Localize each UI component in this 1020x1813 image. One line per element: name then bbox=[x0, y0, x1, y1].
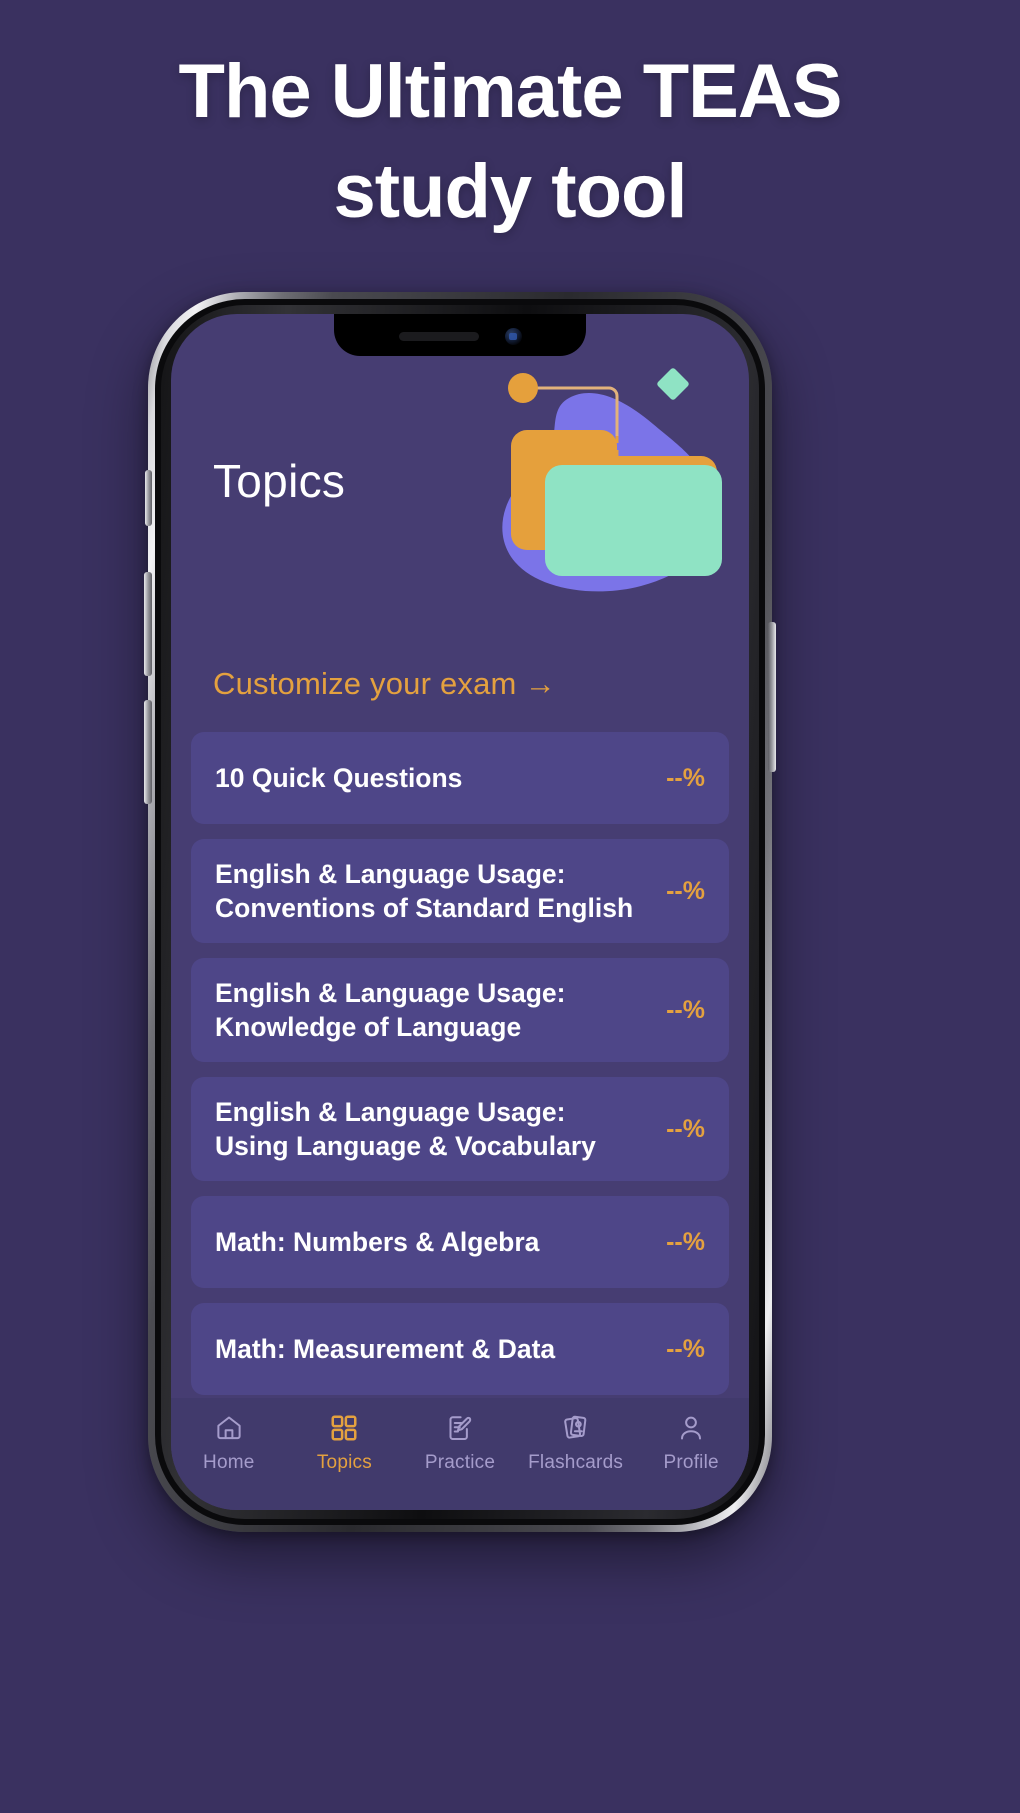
home-icon bbox=[214, 1411, 244, 1445]
customize-exam-label: Customize your exam bbox=[213, 666, 517, 701]
front-camera-icon bbox=[504, 327, 522, 345]
phone-screen: Topics Customize your exam → 10 Quick Que… bbox=[171, 314, 749, 1510]
tab-home-label: Home bbox=[203, 1452, 255, 1473]
bottom-tab-bar: Home Topics Practice Flashcards Profile bbox=[171, 1398, 749, 1510]
topic-card[interactable]: English & Language Usage: Knowledge of L… bbox=[191, 958, 729, 1062]
topic-title-line2: Conventions of Standard English bbox=[215, 893, 634, 923]
tab-home[interactable]: Home bbox=[171, 1411, 287, 1474]
folders-illustration bbox=[483, 362, 731, 592]
notch bbox=[334, 314, 586, 356]
topic-title: Math: Numbers & Algebra bbox=[215, 1225, 656, 1259]
tab-topics[interactable]: Topics bbox=[287, 1411, 403, 1474]
topic-title: English & Language Usage: Conventions of… bbox=[215, 857, 656, 926]
folder-teal bbox=[545, 465, 722, 576]
tab-profile-label: Profile bbox=[663, 1452, 719, 1473]
topic-percent: --% bbox=[666, 1334, 705, 1363]
topic-card[interactable]: Math: Measurement & Data --% bbox=[191, 1303, 729, 1395]
speaker-grille-icon bbox=[398, 331, 479, 341]
phone-mockup: Topics Customize your exam → 10 Quick Que… bbox=[144, 292, 776, 1532]
page-title: Topics bbox=[213, 455, 346, 507]
topic-percent: --% bbox=[666, 1114, 705, 1143]
app-screen: Topics Customize your exam → 10 Quick Que… bbox=[171, 314, 749, 1510]
topic-title-line1: English & Language Usage: bbox=[215, 858, 566, 889]
topic-title: Math: Measurement & Data bbox=[215, 1332, 656, 1366]
topic-card[interactable]: Math: Numbers & Algebra --% bbox=[191, 1196, 729, 1288]
volume-down-button[interactable] bbox=[144, 700, 152, 804]
topic-percent: --% bbox=[666, 1227, 705, 1256]
headline-line-1: The Ultimate TEAS bbox=[178, 49, 843, 134]
customize-exam-link[interactable]: Customize your exam → bbox=[171, 614, 749, 732]
topic-title: English & Language Usage: Using Language… bbox=[215, 1095, 656, 1164]
dot-orange bbox=[508, 373, 538, 403]
topic-percent: --% bbox=[666, 876, 705, 905]
headline-line-2: study tool bbox=[333, 149, 687, 235]
person-icon bbox=[676, 1411, 706, 1445]
diamond-teal bbox=[657, 368, 689, 400]
tab-profile[interactable]: Profile bbox=[633, 1411, 749, 1474]
topic-title-line1: English & Language Usage: bbox=[215, 977, 566, 1008]
cards-icon bbox=[561, 1411, 591, 1445]
tab-practice[interactable]: Practice bbox=[402, 1411, 518, 1474]
volume-up-button[interactable] bbox=[144, 572, 152, 676]
topic-title-line1: 10 Quick Questions bbox=[215, 762, 463, 793]
topic-title: English & Language Usage: Knowledge of L… bbox=[215, 976, 656, 1045]
topic-percent: --% bbox=[666, 995, 705, 1024]
grid-icon bbox=[329, 1411, 359, 1445]
topic-title-line1: Math: Measurement & Data bbox=[215, 1333, 556, 1364]
topic-card[interactable]: 10 Quick Questions --% bbox=[191, 732, 729, 824]
tab-flashcards[interactable]: Flashcards bbox=[518, 1411, 634, 1474]
topic-title-line1: Math: Numbers & Algebra bbox=[215, 1226, 540, 1257]
app-header: Topics bbox=[171, 314, 749, 614]
tab-practice-label: Practice bbox=[424, 1452, 496, 1473]
topic-title-line1: English & Language Usage: bbox=[215, 1096, 566, 1127]
tab-flashcards-label: Flashcards bbox=[528, 1452, 624, 1473]
promo-headline: The Ultimate TEAS study tool bbox=[0, 42, 1020, 243]
mute-switch[interactable] bbox=[145, 470, 152, 526]
note-pencil-icon bbox=[445, 1411, 475, 1445]
topic-card[interactable]: English & Language Usage: Conventions of… bbox=[191, 839, 729, 943]
power-button[interactable] bbox=[768, 622, 776, 772]
tab-topics-label: Topics bbox=[316, 1452, 372, 1473]
topic-title-line2: Knowledge of Language bbox=[215, 1012, 522, 1042]
topic-title-line2: Using Language & Vocabulary bbox=[215, 1131, 596, 1161]
topic-card[interactable]: English & Language Usage: Using Language… bbox=[191, 1077, 729, 1181]
topics-list[interactable]: 10 Quick Questions --% English & Languag… bbox=[171, 732, 749, 1398]
topic-percent: --% bbox=[666, 763, 705, 792]
topic-title: 10 Quick Questions bbox=[215, 761, 656, 795]
arrow-right-icon: → bbox=[524, 666, 556, 701]
